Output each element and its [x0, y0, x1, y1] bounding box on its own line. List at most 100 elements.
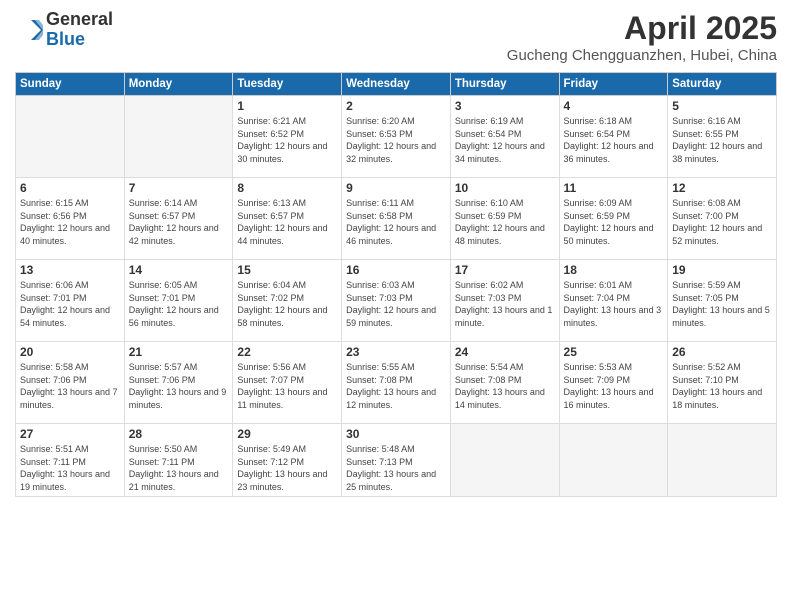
calendar-cell: 27Sunrise: 5:51 AMSunset: 7:11 PMDayligh…: [16, 424, 125, 497]
day-number: 15: [237, 263, 337, 277]
calendar-cell: 10Sunrise: 6:10 AMSunset: 6:59 PMDayligh…: [450, 178, 559, 260]
day-number: 1: [237, 99, 337, 113]
month-title: April 2025: [507, 10, 777, 47]
day-number: 7: [129, 181, 229, 195]
calendar-cell: 16 Sunrise: 6:03 AMSunset: 7:03 PMDayligh…: [342, 260, 451, 342]
calendar-cell: 30Sunrise: 5:48 AMSunset: 7:13 PMDayligh…: [342, 424, 451, 497]
calendar-cell: [16, 96, 125, 178]
day-info: Sunrise: 6:20 AMSunset: 6:53 PMDaylight:…: [346, 115, 446, 165]
calendar-cell: 2Sunrise: 6:20 AMSunset: 6:53 PMDaylight…: [342, 96, 451, 178]
calendar-cell: [559, 424, 668, 497]
day-info: Sunrise: 6:05 AMSunset: 7:01 PMDaylight:…: [129, 279, 229, 329]
calendar-cell: 9 Sunrise: 6:11 AMSunset: 6:58 PMDaylight…: [342, 178, 451, 260]
calendar-header-monday: Monday: [124, 73, 233, 96]
calendar-cell: 29 Sunrise: 5:49 AMSunset: 7:12 PMDayligh…: [233, 424, 342, 497]
day-number: 29: [237, 427, 337, 441]
calendar-header-row: SundayMondayTuesdayWednesdayThursdayFrid…: [16, 73, 777, 96]
calendar-cell: 22 Sunrise: 5:56 AMSunset: 7:07 PMDayligh…: [233, 342, 342, 424]
calendar-cell: 6 Sunrise: 6:15 AMSunset: 6:56 PMDaylight…: [16, 178, 125, 260]
day-number: 6: [20, 181, 120, 195]
day-info: Sunrise: 6:11 AMSunset: 6:58 PMDaylight:…: [346, 197, 446, 247]
day-number: 21: [129, 345, 229, 359]
title-block: April 2025 Gucheng Chengguanzhen, Hubei,…: [507, 10, 777, 64]
day-number: 18: [564, 263, 664, 277]
day-number: 25: [564, 345, 664, 359]
calendar-cell: 21 Sunrise: 5:57 AMSunset: 7:06 PMDayligh…: [124, 342, 233, 424]
day-info: Sunrise: 6:21 AMSunset: 6:52 PMDaylight:…: [237, 115, 337, 165]
day-info: Sunrise: 6:03 AMSunset: 7:03 PMDaylight:…: [346, 279, 446, 329]
calendar-cell: 25 Sunrise: 5:53 AMSunset: 7:09 PMDayligh…: [559, 342, 668, 424]
calendar: SundayMondayTuesdayWednesdayThursdayFrid…: [15, 72, 777, 497]
calendar-cell: 13Sunrise: 6:06 AMSunset: 7:01 PMDayligh…: [16, 260, 125, 342]
calendar-header-friday: Friday: [559, 73, 668, 96]
calendar-cell: 28 Sunrise: 5:50 AMSunset: 7:11 PMDayligh…: [124, 424, 233, 497]
calendar-week-1: 1 Sunrise: 6:21 AMSunset: 6:52 PMDaylight…: [16, 96, 777, 178]
calendar-cell: 17Sunrise: 6:02 AMSunset: 7:03 PMDayligh…: [450, 260, 559, 342]
calendar-cell: 4 Sunrise: 6:18 AMSunset: 6:54 PMDaylight…: [559, 96, 668, 178]
calendar-cell: 18 Sunrise: 6:01 AMSunset: 7:04 PMDayligh…: [559, 260, 668, 342]
day-number: 9: [346, 181, 446, 195]
day-info: Sunrise: 6:09 AMSunset: 6:59 PMDaylight:…: [564, 197, 664, 247]
day-info: Sunrise: 5:54 AMSunset: 7:08 PMDaylight:…: [455, 361, 555, 411]
day-number: 26: [672, 345, 772, 359]
day-info: Sunrise: 6:15 AMSunset: 6:56 PMDaylight:…: [20, 197, 120, 247]
day-info: Sunrise: 6:19 AMSunset: 6:54 PMDaylight:…: [455, 115, 555, 165]
header: General Blue April 2025 Gucheng Chenggua…: [15, 10, 777, 64]
calendar-cell: 5 Sunrise: 6:16 AMSunset: 6:55 PMDaylight…: [668, 96, 777, 178]
calendar-cell: 7 Sunrise: 6:14 AMSunset: 6:57 PMDaylight…: [124, 178, 233, 260]
calendar-header-sunday: Sunday: [16, 73, 125, 96]
day-number: 28: [129, 427, 229, 441]
day-info: Sunrise: 6:08 AMSunset: 7:00 PMDaylight:…: [672, 197, 772, 247]
calendar-cell: [668, 424, 777, 497]
calendar-cell: [450, 424, 559, 497]
calendar-week-3: 13Sunrise: 6:06 AMSunset: 7:01 PMDayligh…: [16, 260, 777, 342]
page: General Blue April 2025 Gucheng Chenggua…: [0, 0, 792, 612]
day-number: 22: [237, 345, 337, 359]
calendar-cell: 20 Sunrise: 5:58 AMSunset: 7:06 PMDayligh…: [16, 342, 125, 424]
day-number: 20: [20, 345, 120, 359]
day-number: 16: [346, 263, 446, 277]
day-info: Sunrise: 5:50 AMSunset: 7:11 PMDaylight:…: [129, 443, 229, 493]
calendar-header-saturday: Saturday: [668, 73, 777, 96]
day-number: 3: [455, 99, 555, 113]
calendar-cell: 3 Sunrise: 6:19 AMSunset: 6:54 PMDaylight…: [450, 96, 559, 178]
day-info: Sunrise: 5:53 AMSunset: 7:09 PMDaylight:…: [564, 361, 664, 411]
day-info: Sunrise: 6:01 AMSunset: 7:04 PMDaylight:…: [564, 279, 664, 329]
day-info: Sunrise: 6:18 AMSunset: 6:54 PMDaylight:…: [564, 115, 664, 165]
day-info: Sunrise: 5:56 AMSunset: 7:07 PMDaylight:…: [237, 361, 337, 411]
day-number: 30: [346, 427, 446, 441]
day-info: Sunrise: 5:49 AMSunset: 7:12 PMDaylight:…: [237, 443, 337, 493]
day-number: 11: [564, 181, 664, 195]
day-number: 4: [564, 99, 664, 113]
day-number: 23: [346, 345, 446, 359]
calendar-cell: 26Sunrise: 5:52 AMSunset: 7:10 PMDayligh…: [668, 342, 777, 424]
calendar-cell: 8Sunrise: 6:13 AMSunset: 6:57 PMDaylight…: [233, 178, 342, 260]
calendar-cell: [124, 96, 233, 178]
day-info: Sunrise: 5:58 AMSunset: 7:06 PMDaylight:…: [20, 361, 120, 411]
logo-text: General Blue: [46, 10, 113, 50]
calendar-cell: 23Sunrise: 5:55 AMSunset: 7:08 PMDayligh…: [342, 342, 451, 424]
calendar-cell: 11 Sunrise: 6:09 AMSunset: 6:59 PMDayligh…: [559, 178, 668, 260]
day-info: Sunrise: 6:14 AMSunset: 6:57 PMDaylight:…: [129, 197, 229, 247]
day-info: Sunrise: 6:10 AMSunset: 6:59 PMDaylight:…: [455, 197, 555, 247]
calendar-cell: 12 Sunrise: 6:08 AMSunset: 7:00 PMDayligh…: [668, 178, 777, 260]
calendar-cell: 19Sunrise: 5:59 AMSunset: 7:05 PMDayligh…: [668, 260, 777, 342]
calendar-week-4: 20 Sunrise: 5:58 AMSunset: 7:06 PMDayligh…: [16, 342, 777, 424]
day-number: 27: [20, 427, 120, 441]
calendar-cell: 14 Sunrise: 6:05 AMSunset: 7:01 PMDayligh…: [124, 260, 233, 342]
day-info: Sunrise: 6:06 AMSunset: 7:01 PMDaylight:…: [20, 279, 120, 329]
day-number: 24: [455, 345, 555, 359]
day-info: Sunrise: 6:02 AMSunset: 7:03 PMDaylight:…: [455, 279, 555, 329]
location-title: Gucheng Chengguanzhen, Hubei, China: [507, 47, 777, 64]
logo-general: General: [46, 9, 113, 29]
day-info: Sunrise: 6:16 AMSunset: 6:55 PMDaylight:…: [672, 115, 772, 165]
calendar-week-5: 27Sunrise: 5:51 AMSunset: 7:11 PMDayligh…: [16, 424, 777, 497]
day-number: 5: [672, 99, 772, 113]
calendar-cell: 1 Sunrise: 6:21 AMSunset: 6:52 PMDaylight…: [233, 96, 342, 178]
day-info: Sunrise: 5:57 AMSunset: 7:06 PMDaylight:…: [129, 361, 229, 411]
logo-blue: Blue: [46, 29, 85, 49]
day-info: Sunrise: 5:59 AMSunset: 7:05 PMDaylight:…: [672, 279, 772, 329]
day-number: 14: [129, 263, 229, 277]
day-info: Sunrise: 6:13 AMSunset: 6:57 PMDaylight:…: [237, 197, 337, 247]
day-number: 12: [672, 181, 772, 195]
